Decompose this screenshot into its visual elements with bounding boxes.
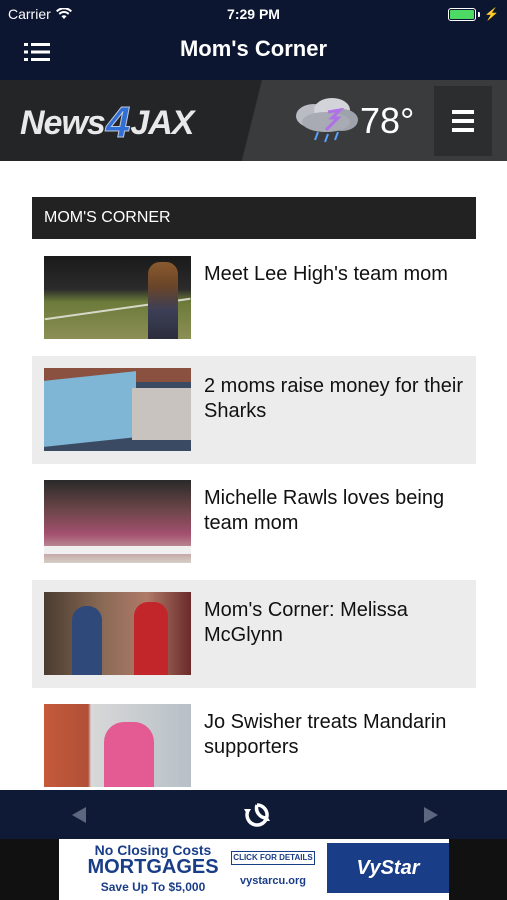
article-title: Meet Lee High's team mom	[204, 263, 448, 285]
banner-ad[interactable]: No Closing Costs MORTGAGES Save Up To $5…	[59, 839, 449, 900]
article-item[interactable]: 2 moms raise money for their Sharks	[32, 356, 476, 464]
article-title: Jo Swisher treats Mandarin supporters	[204, 711, 447, 758]
ad-mortgages: MORTGAGES	[87, 856, 219, 878]
forward-arrow-icon[interactable]	[416, 800, 446, 830]
article-item[interactable]: Mom's Corner: Melissa McGlynn	[32, 580, 476, 688]
ad-cta-button[interactable]: CLICK FOR DETAILS	[231, 851, 315, 865]
browser-toolbar	[0, 790, 507, 839]
article-title: Michelle Rawls loves being team mom	[204, 487, 445, 534]
article-thumbnail	[44, 368, 191, 451]
article-thumbnail	[44, 592, 191, 675]
article-thumbnail	[44, 256, 191, 339]
status-bar: Carrier 7:29 PM ⚡	[0, 0, 507, 28]
ad-savings: Save Up To $5,000	[100, 880, 206, 894]
article-title: 2 moms raise money for their Sharks	[204, 375, 463, 422]
back-arrow-icon[interactable]	[64, 800, 94, 830]
news4jax-logo[interactable]: News 4 JAX	[20, 98, 194, 148]
ad-headline: No Closing Costs	[94, 842, 212, 858]
article-item[interactable]: Jo Swisher treats Mandarin supporters	[32, 692, 476, 800]
section-heading: MOM'S CORNER	[32, 197, 476, 239]
logo-four: 4	[105, 98, 131, 148]
hamburger-menu-button[interactable]	[434, 86, 492, 156]
temperature-label[interactable]: 78°	[360, 100, 414, 142]
logo-jax: JAX	[130, 103, 194, 142]
ad-url: vystarcu.org	[239, 875, 307, 887]
article-item[interactable]: Meet Lee High's team mom	[32, 244, 476, 352]
article-title: Mom's Corner: Melissa McGlynn	[204, 599, 408, 646]
article-list: Meet Lee High's team mom 2 moms raise mo…	[32, 244, 476, 804]
top-bar: Carrier 7:29 PM ⚡ Mom's Corner	[0, 0, 507, 80]
app-screen: Carrier 7:29 PM ⚡ Mom's Corner News 4 JA…	[0, 0, 507, 900]
article-thumbnail	[44, 480, 191, 563]
refresh-icon[interactable]	[242, 800, 272, 830]
charging-icon: ⚡	[484, 7, 499, 21]
article-item[interactable]: Michelle Rawls loves being team mom	[32, 468, 476, 576]
brand-header: News 4 JAX 78°	[0, 80, 507, 161]
vystar-logo: VyStar	[327, 843, 449, 893]
status-time: 7:29 PM	[227, 6, 280, 22]
article-thumbnail	[44, 704, 191, 787]
logo-news: News	[20, 103, 106, 142]
battery-icon: ⚡	[448, 7, 499, 21]
page-title: Mom's Corner	[179, 36, 328, 61]
thunderstorm-cloud-icon[interactable]	[292, 96, 362, 146]
